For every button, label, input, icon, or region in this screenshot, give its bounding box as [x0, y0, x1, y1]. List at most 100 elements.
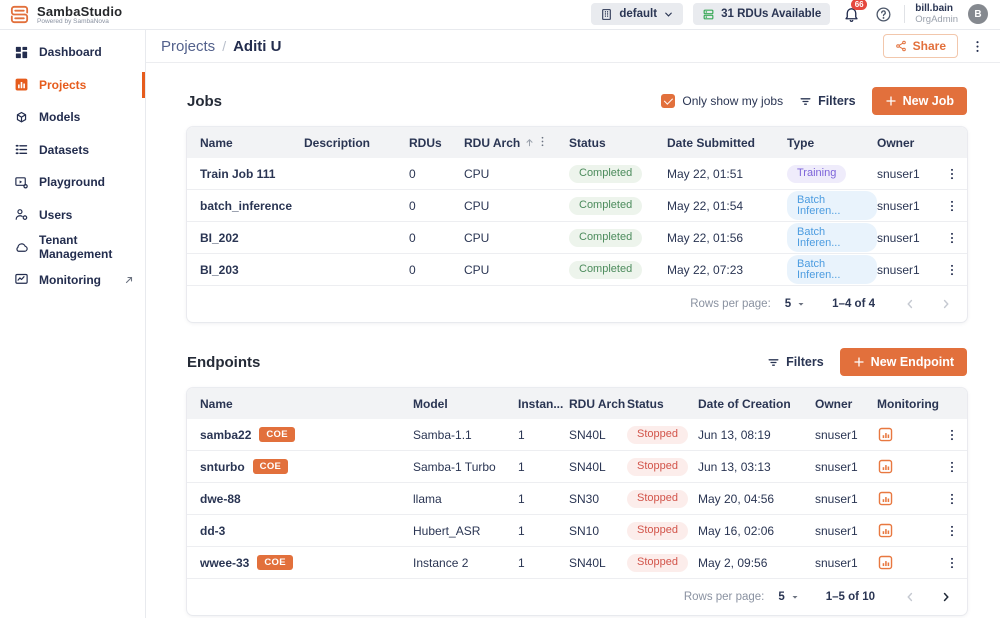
row-menu-button[interactable]	[937, 524, 967, 538]
sambanova-logo-icon	[8, 3, 31, 26]
next-page-button[interactable]	[939, 297, 953, 311]
column-header-owner[interactable]: Owner	[815, 397, 877, 411]
endpoints-table-body: samba22 COE Samba-1.1 1 SN40L Stopped Ju…	[187, 419, 967, 579]
column-header-description[interactable]: Description	[304, 136, 409, 150]
job-owner: snuser1	[877, 167, 937, 181]
endpoints-filters-button[interactable]: Filters	[767, 355, 824, 369]
endpoint-owner: snuser1	[815, 460, 877, 474]
column-header-name[interactable]: Name	[187, 136, 304, 150]
sidebar-item-playground[interactable]: Playground	[0, 166, 145, 199]
monitoring-link-button[interactable]	[877, 522, 937, 539]
rdus-available-chip[interactable]: 31 RDUs Available	[693, 3, 830, 25]
notifications-button[interactable]: 66	[840, 3, 862, 25]
new-job-button-label: New Job	[903, 94, 954, 108]
column-header-type[interactable]: Type	[787, 136, 877, 150]
column-header-status[interactable]: Status	[627, 397, 698, 411]
column-header-name[interactable]: Name	[187, 397, 413, 411]
help-icon	[875, 6, 892, 23]
table-row[interactable]: dwe-88 llama 1 SN30 Stopped May 20, 04:5…	[187, 483, 967, 515]
sidebar-item-datasets[interactable]: Datasets	[0, 134, 145, 167]
sidebar-item-dashboard[interactable]: Dashboard	[0, 36, 145, 69]
top-bar: SambaStudio Powered by SambaNova default…	[0, 0, 1000, 30]
brand-logo: SambaStudio Powered by SambaNova	[8, 3, 122, 26]
status-badge: Completed	[569, 261, 642, 279]
column-header-date-submitted[interactable]: Date Submitted	[667, 136, 787, 150]
endpoints-section: Endpoints Filters New Endpoint	[187, 348, 967, 615]
breadcrumb: Projects / Aditi U Share	[146, 30, 1000, 63]
row-menu-button[interactable]	[937, 428, 967, 442]
sidebar-item-tenant-management[interactable]: Tenant Management	[0, 231, 145, 264]
table-row[interactable]: dd-3 Hubert_ASR 1 SN10 Stopped May 16, 0…	[187, 515, 967, 547]
endpoints-title: Endpoints	[187, 354, 260, 371]
monitoring-chart-icon	[877, 522, 894, 539]
only-show-my-jobs-checkbox[interactable]: Only show my jobs	[661, 94, 783, 108]
table-row[interactable]: BI_202 0 CPU Completed May 22, 01:56 Bat…	[187, 222, 967, 254]
projects-icon	[14, 77, 29, 92]
column-header-model[interactable]: Model	[413, 397, 518, 411]
row-menu-button[interactable]	[937, 167, 967, 181]
new-endpoint-button[interactable]: New Endpoint	[840, 348, 967, 376]
endpoints-table-header: Name Model Instan... RDU Arch Status Dat…	[187, 388, 967, 419]
column-header-rdu-arch[interactable]: RDU Arch	[569, 397, 627, 411]
row-menu-button[interactable]	[937, 263, 967, 277]
endpoint-name: dd-3	[200, 524, 225, 538]
table-row[interactable]: Train Job 111 0 CPU Completed May 22, 01…	[187, 158, 967, 190]
table-row[interactable]: BI_203 0 CPU Completed May 22, 07:23 Bat…	[187, 254, 967, 286]
column-options-button[interactable]	[536, 135, 569, 151]
endpoint-name: snturbo	[200, 460, 245, 474]
row-menu-button[interactable]	[937, 199, 967, 213]
endpoint-owner: snuser1	[815, 492, 877, 506]
main-content: Projects / Aditi U Share	[146, 30, 1000, 618]
table-row[interactable]: batch_inference 0 CPU Completed May 22, …	[187, 190, 967, 222]
column-header-date-of-creation[interactable]: Date of Creation	[698, 397, 815, 411]
sidebar-item-projects[interactable]: Projects	[0, 69, 145, 102]
share-button-label: Share	[913, 39, 946, 53]
column-header-instances[interactable]: Instan...	[518, 397, 569, 411]
user-info: bill.bain OrgAdmin	[915, 3, 958, 25]
rows-per-page-value: 5	[785, 298, 791, 310]
new-job-button[interactable]: New Job	[872, 87, 967, 115]
kebab-icon	[945, 460, 959, 474]
avatar[interactable]: B	[968, 4, 988, 24]
endpoint-rdu-arch: SN40L	[569, 428, 627, 442]
monitoring-link-button[interactable]	[877, 458, 937, 475]
row-menu-button[interactable]	[937, 556, 967, 570]
sidebar-item-users[interactable]: Users	[0, 199, 145, 232]
breadcrumb-parent-link[interactable]: Projects	[161, 38, 215, 55]
job-rdu-arch: CPU	[464, 263, 536, 277]
monitoring-link-button[interactable]	[877, 554, 937, 571]
row-menu-button[interactable]	[937, 460, 967, 474]
monitoring-link-button[interactable]	[877, 426, 937, 443]
column-header-status[interactable]: Status	[569, 136, 667, 150]
next-page-button[interactable]	[939, 590, 953, 604]
rows-per-page-select[interactable]: 5	[778, 591, 799, 603]
column-header-rdu-arch[interactable]: RDU Arch	[464, 136, 536, 150]
rows-per-page-select[interactable]: 5	[785, 298, 806, 310]
column-header-rdus[interactable]: RDUs	[409, 136, 464, 150]
tenant-selector[interactable]: default	[591, 3, 683, 25]
page-menu-button[interactable]	[968, 37, 986, 55]
previous-page-button[interactable]	[903, 590, 917, 604]
jobs-filters-button[interactable]: Filters	[799, 94, 856, 108]
row-menu-button[interactable]	[937, 231, 967, 245]
table-row[interactable]: samba22 COE Samba-1.1 1 SN40L Stopped Ju…	[187, 419, 967, 451]
type-badge: Training	[787, 165, 846, 183]
column-header-monitoring[interactable]: Monitoring	[877, 397, 937, 411]
table-row[interactable]: wwee-33 COE Instance 2 1 SN40L Stopped M…	[187, 547, 967, 579]
monitoring-link-button[interactable]	[877, 490, 937, 507]
sidebar-item-label: Models	[39, 110, 80, 124]
job-name: BI_202	[200, 231, 239, 245]
sidebar-item-models[interactable]: Models	[0, 101, 145, 134]
job-rdus: 0	[409, 199, 464, 213]
help-button[interactable]	[872, 3, 894, 25]
table-row[interactable]: snturbo COE Samba-1 Turbo 1 SN40L Stoppe…	[187, 451, 967, 483]
sidebar-item-monitoring[interactable]: Monitoring	[0, 264, 145, 297]
row-menu-button[interactable]	[937, 492, 967, 506]
column-header-owner[interactable]: Owner	[877, 136, 937, 150]
dashboard-icon	[14, 45, 29, 60]
rdu-chip-icon	[702, 8, 715, 21]
share-button[interactable]: Share	[883, 34, 958, 58]
endpoint-rdu-arch: SN10	[569, 524, 627, 538]
previous-page-button[interactable]	[903, 297, 917, 311]
jobs-title: Jobs	[187, 93, 222, 110]
